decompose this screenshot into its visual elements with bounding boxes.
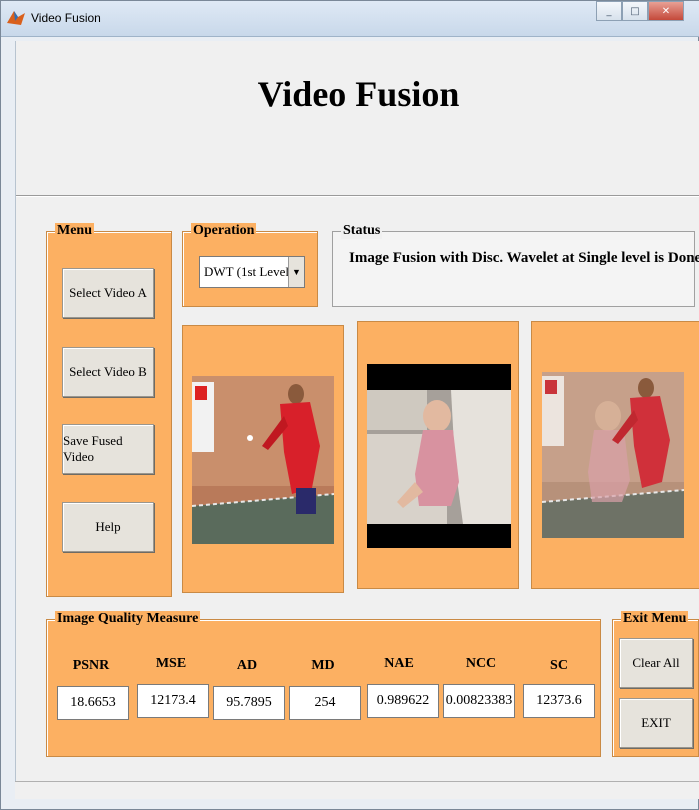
page-title: Video Fusion — [257, 74, 460, 114]
metric-label-ad: AD — [236, 658, 258, 673]
menu-panel: Menu Select Video A Select Video B Save … — [46, 223, 172, 597]
operation-select[interactable]: DWT (1st Level) ▼ — [199, 256, 305, 288]
video-b-frame — [367, 364, 511, 548]
menu-panel-label: Menu — [55, 223, 94, 239]
matlab-icon — [7, 11, 25, 25]
metric-value-md[interactable]: 254 — [289, 686, 361, 720]
video-a-frame — [192, 376, 334, 544]
metric-label-md: MD — [311, 658, 335, 673]
image-quality-panel-label: Image Quality Measure — [55, 611, 201, 627]
exit-menu-panel-label: Exit Menu — [621, 611, 689, 627]
status-panel: Status Image Fusion with Disc. Wavelet a… — [332, 223, 699, 307]
exit-menu-panel: Exit Menu Clear All EXIT — [612, 611, 699, 757]
metric-label-psnr: PSNR — [72, 658, 110, 673]
metric-label-mse: MSE — [155, 656, 187, 671]
window-title: Video Fusion — [31, 11, 101, 25]
video-a-panel — [182, 325, 344, 593]
fused-video-panel — [531, 321, 699, 589]
close-button[interactable]: ✕ — [648, 1, 684, 21]
video-b-panel — [357, 321, 519, 589]
header-divider — [16, 195, 699, 197]
maximize-button[interactable]: □ — [622, 1, 648, 21]
metric-value-nae[interactable]: 0.989622 — [367, 684, 439, 718]
title-bar[interactable]: Video Fusion _ □ ✕ — [1, 1, 699, 37]
metric-value-sc[interactable]: 12373.6 — [523, 684, 595, 718]
operation-panel: Operation DWT (1st Level) ▼ — [182, 223, 318, 307]
image-quality-panel: Image Quality Measure PSNR MSE AD MD NAE… — [46, 611, 601, 757]
operation-panel-label: Operation — [191, 223, 257, 239]
status-panel-label: Status — [341, 223, 383, 239]
fused-video-frame — [542, 372, 684, 538]
minimize-button[interactable]: _ — [596, 1, 622, 21]
window-controls: _ □ ✕ — [596, 1, 684, 23]
metric-label-nae: NAE — [384, 656, 414, 671]
help-button[interactable]: Help — [62, 502, 154, 552]
window-bottom-edge — [15, 781, 699, 799]
clear-all-button[interactable]: Clear All — [619, 638, 693, 688]
select-video-a-button[interactable]: Select Video A — [62, 268, 154, 318]
operation-select-value: DWT (1st Level) — [204, 264, 294, 279]
select-video-b-button[interactable]: Select Video B — [62, 347, 154, 397]
figure-client-area: Video Fusion Menu Select Video A Select … — [15, 41, 699, 799]
exit-button[interactable]: EXIT — [619, 698, 693, 748]
metric-label-sc: SC — [550, 658, 568, 673]
metric-value-mse[interactable]: 12173.4 — [137, 684, 209, 718]
metric-value-psnr[interactable]: 18.6653 — [57, 686, 129, 720]
application-window: Video Fusion _ □ ✕ Video Fusion Menu Sel… — [0, 0, 699, 810]
metric-value-ad[interactable]: 95.7895 — [213, 686, 285, 720]
save-fused-video-button[interactable]: Save Fused Video — [62, 424, 154, 474]
metric-label-ncc: NCC — [465, 656, 497, 671]
status-message: Image Fusion with Disc. Wavelet at Singl… — [349, 250, 699, 266]
chevron-down-icon[interactable]: ▼ — [288, 257, 304, 287]
metric-value-ncc[interactable]: 0.00823383 — [443, 684, 515, 718]
